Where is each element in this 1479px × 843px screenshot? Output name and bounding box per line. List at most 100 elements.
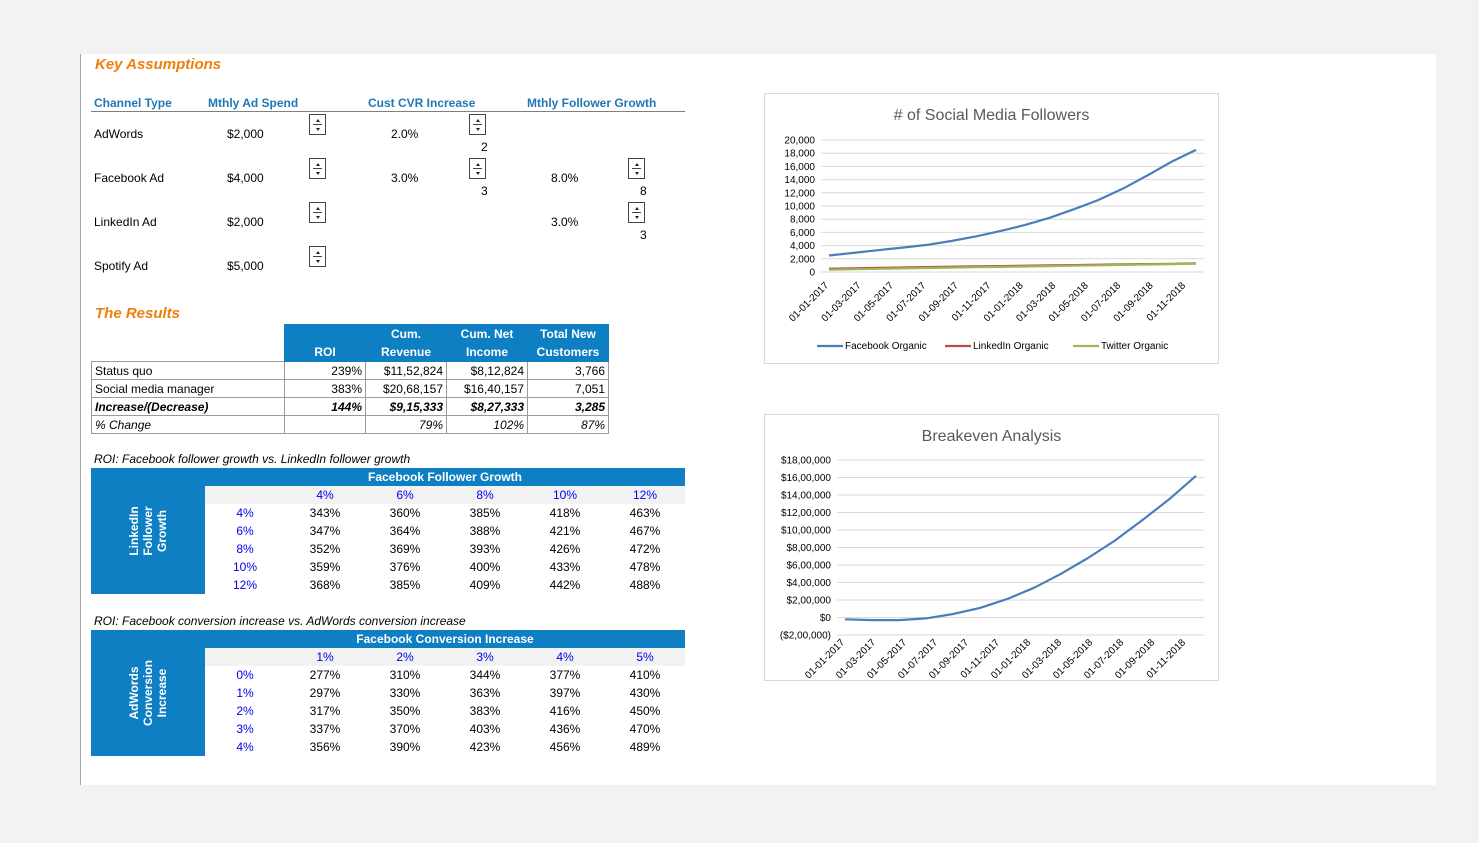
cell-customers: 3,766 [527, 361, 609, 380]
cell: 418% [549, 506, 581, 520]
sensitivity1-row-title: LinkedIn Follower Growth [91, 468, 205, 594]
spin-down-icon [476, 172, 480, 175]
spinner-adwords-spend[interactable] [309, 114, 326, 135]
cell: 430% [629, 686, 661, 700]
col-head-blank [205, 486, 285, 504]
sensitivity2-table: AdWords Conversion Increase Facebook Conve… [91, 630, 685, 756]
spin-up-icon [316, 207, 320, 210]
cell-roi: 239% [284, 361, 366, 380]
y-tick-label: 16,000 [784, 162, 815, 173]
cell: 376% [389, 560, 421, 574]
y-tick-label: $18,00,000 [781, 456, 831, 467]
spinner-linkedin-growth[interactable] [628, 202, 645, 223]
table-row: Social media manager 383% $20,68,157 $16… [91, 379, 609, 398]
results-header-row: ROI Cum. Revenue Cum. Net Income Total New… [92, 324, 609, 362]
sensitivity2-col-title: Facebook Conversion Increase [205, 630, 685, 648]
y-tick-label: 6,000 [790, 228, 815, 239]
cvr-facebook-spin-value: 3 [481, 184, 488, 198]
results-header-income: Cum. Net Income [446, 324, 528, 362]
spin-up-icon [476, 163, 480, 166]
row-title-line: Follower [141, 506, 155, 556]
cell-customers: 3,285 [527, 397, 609, 416]
spinner-adwords-cvr[interactable] [469, 114, 486, 135]
worksheet: Key Assumptions Channel Type Mthly Ad Sp… [80, 54, 1436, 785]
sensitivity1-table: LinkedIn Follower Growth Facebook Follower… [91, 468, 685, 594]
col-head: 6% [365, 486, 445, 504]
spin-down-icon [316, 260, 320, 263]
results-header-revenue: Cum. Revenue [365, 324, 447, 362]
y-tick-label: $10,00,000 [781, 526, 831, 537]
cell: 421% [549, 524, 581, 538]
header-line2: ROI [314, 345, 336, 359]
cell: 390% [389, 740, 421, 754]
y-tick-label: 0 [809, 268, 815, 279]
y-tick-label: 20,000 [784, 136, 815, 147]
y-tick-label: ($2,00,000) [780, 631, 831, 642]
breakeven-chart-svg: Breakeven Analysis ($2,00,000) $0 $2,00,000… [780, 428, 1204, 681]
cell-roi: 144% [284, 397, 366, 416]
row-label: 4% [236, 506, 254, 520]
y-tick-label: $14,00,000 [781, 491, 831, 502]
spinner-facebook-spend[interactable] [309, 158, 326, 179]
spinner-facebook-cvr[interactable] [469, 158, 486, 179]
results-header-roi: ROI [284, 324, 366, 362]
y-tick-label: 10,000 [784, 202, 815, 213]
legend-entry: Facebook Organic [845, 341, 927, 352]
row-label: Status quo [91, 361, 285, 380]
y-tick-label: 12,000 [784, 188, 815, 199]
spinner-facebook-growth[interactable] [628, 158, 645, 179]
legend-entry: Twitter Organic [1101, 341, 1168, 352]
row-label: 3% [236, 722, 254, 736]
spinner-linkedin-spend[interactable] [309, 202, 326, 223]
channel-facebook: Facebook Ad [94, 171, 165, 185]
y-tick-label: $0 [820, 613, 832, 624]
sensitivity2-row-title: AdWords Conversion Increase [91, 630, 205, 756]
spinner-spotify-spend[interactable] [309, 246, 326, 267]
results-header-blank [92, 325, 285, 362]
cell-income: 102% [446, 415, 528, 434]
header-underline [91, 111, 685, 112]
cell: 337% [309, 722, 341, 736]
cell-revenue: $20,68,157 [365, 379, 447, 398]
y-tick-label: 8,000 [790, 215, 815, 226]
cell: 403% [469, 722, 501, 736]
spend-linkedin: $2,000 [227, 215, 264, 229]
spin-up-icon [316, 163, 320, 166]
spin-up-icon [635, 207, 639, 210]
y-tick-label: $4,00,000 [787, 578, 832, 589]
spin-up-icon [476, 119, 480, 122]
followers-chart[interactable]: # of Social Media Followers 0 2,000 4,000 6,… [764, 93, 1219, 364]
cell-roi: 383% [284, 379, 366, 398]
sens-header-row: AdWords Conversion Increase Facebook Conve… [91, 630, 685, 756]
header-follower-growth: Mthly Follower Growth [527, 96, 657, 110]
growth-facebook-spin-value: 8 [640, 184, 647, 198]
results-table: ROI Cum. Revenue Cum. Net Income Total New… [91, 324, 609, 434]
cell: 436% [549, 722, 581, 736]
header-line1: Total New [540, 327, 596, 341]
legend-entry: LinkedIn Organic [973, 341, 1049, 352]
growth-linkedin: 3.0% [551, 215, 579, 229]
cell: 359% [309, 560, 341, 574]
cell: 450% [629, 704, 661, 718]
breakeven-chart[interactable]: Breakeven Analysis ($2,00,000) $0 $2,00,000… [764, 414, 1219, 681]
y-tick-label: $8,00,000 [787, 543, 832, 554]
cell: 330% [389, 686, 421, 700]
row-label: Social media manager [91, 379, 285, 398]
row-title-line: AdWords [127, 666, 141, 720]
row-label: 2% [236, 704, 254, 718]
channel-linkedin: LinkedIn Ad [94, 215, 157, 229]
spin-up-icon [635, 163, 639, 166]
y-tick-label: 2,000 [790, 254, 815, 265]
col-head-blank [205, 648, 285, 666]
header-line2: Revenue [380, 345, 432, 359]
growth-facebook: 8.0% [551, 171, 579, 185]
cell: 397% [549, 686, 581, 700]
y-tick-label: 14,000 [784, 175, 815, 186]
cell: 385% [469, 506, 501, 520]
spin-down-icon [316, 172, 320, 175]
sensitivity2-caption: ROI: Facebook conversion increase vs. Ad… [94, 614, 466, 628]
cell: 433% [549, 560, 581, 574]
cell-income: $8,12,824 [446, 361, 528, 380]
y-tick-label: $2,00,000 [787, 596, 832, 607]
spin-up-icon [316, 251, 320, 254]
